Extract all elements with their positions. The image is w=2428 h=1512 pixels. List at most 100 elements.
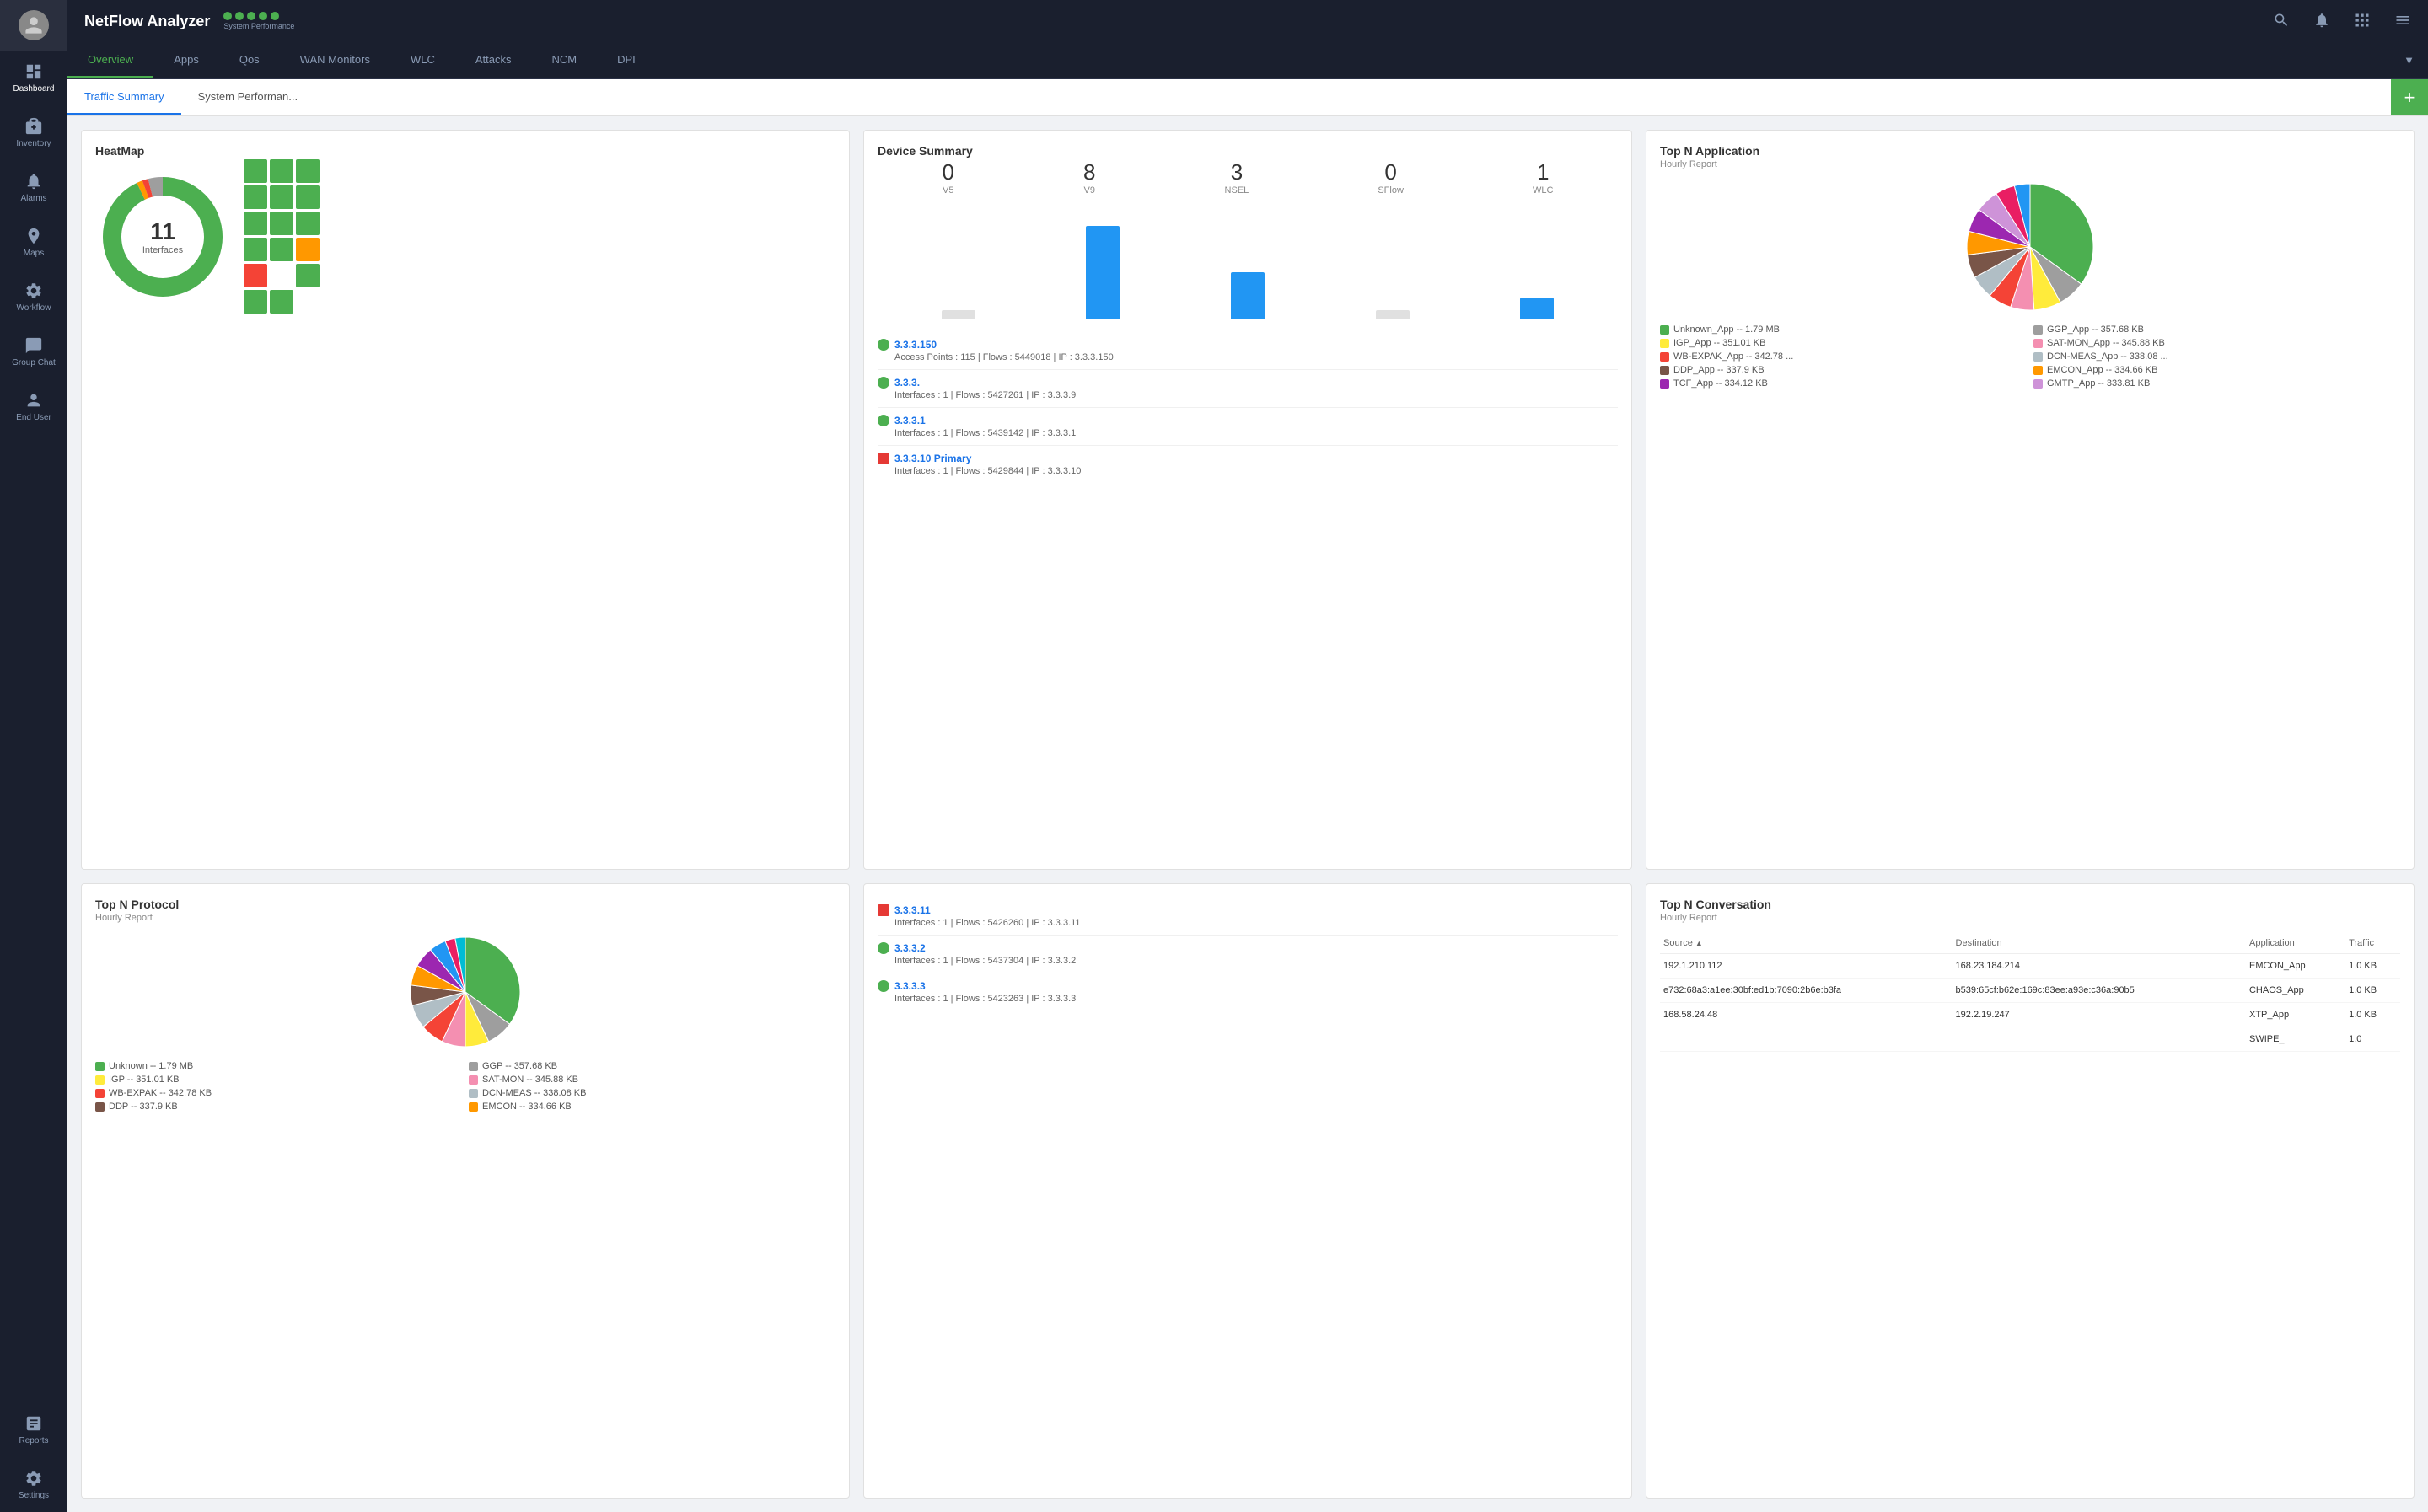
topn-app-legend: Unknown_App -- 1.79 MBGGP_App -- 357.68 …: [1660, 324, 2400, 389]
sidebar-item-dashboard[interactable]: Dashboard: [0, 51, 67, 105]
dev-bar-wrap: [1184, 209, 1312, 319]
legend-dot: [2033, 366, 2043, 375]
device-name[interactable]: 3.3.3.2: [894, 942, 926, 954]
main-content: NetFlow Analyzer System Performance Ov: [67, 0, 2428, 1512]
legend-dot: [1660, 352, 1669, 362]
nav-tab-wlc[interactable]: WLC: [390, 42, 455, 78]
conv-row: SWIPE_ 1.0: [1660, 1027, 2400, 1052]
nav-tab-apps[interactable]: Apps: [153, 42, 219, 78]
menu-icon[interactable]: [2394, 12, 2411, 31]
sidebar-item-maps[interactable]: Maps: [0, 215, 67, 270]
legend-item: IGP_App -- 351.01 KB: [1660, 338, 2027, 348]
device-status-dot: [878, 942, 889, 954]
legend-item: EMCON -- 334.66 KB: [469, 1102, 835, 1112]
topn-conv-subtitle: Hourly Report: [1660, 913, 2400, 923]
device-list-extra: 3.3.3.11 Interfaces : 1 | Flows : 542626…: [878, 898, 1618, 1011]
legend-item: WB-EXPAK_App -- 342.78 ...: [1660, 351, 2027, 362]
dev-bar: [1376, 310, 1410, 319]
hm-cell: [296, 264, 320, 287]
status-dot-2: [235, 12, 244, 20]
device-name[interactable]: 3.3.3.150: [894, 339, 937, 351]
device-entry-header: 3.3.3.1: [878, 415, 1618, 426]
hm-cell: [244, 238, 267, 261]
nav-tab-qos[interactable]: Qos: [219, 42, 280, 78]
conv-app: XTP_App: [2246, 1003, 2345, 1027]
topn-app-subtitle: Hourly Report: [1660, 159, 2400, 169]
device-stat-label: SFlow: [1378, 185, 1404, 196]
legend-dot: [95, 1075, 105, 1085]
conv-traffic: 1.0 KB: [2345, 954, 2400, 979]
legend-dot: [95, 1089, 105, 1098]
sidebar-item-enduser[interactable]: End User: [0, 379, 67, 434]
topn-app-title: Top N Application: [1660, 144, 2400, 158]
grid-icon[interactable]: [2354, 12, 2371, 31]
bell-icon[interactable]: [2313, 12, 2330, 31]
nav-tab-dpi[interactable]: DPI: [597, 42, 656, 78]
nav-tab-more[interactable]: ▼: [2390, 42, 2428, 78]
sub-tab-traffic[interactable]: Traffic Summary: [67, 79, 181, 115]
nav-tab-attacks[interactable]: Attacks: [455, 42, 532, 78]
device-stat-label: V5: [943, 185, 954, 196]
sidebar-item-settings-label: Settings: [19, 1491, 49, 1500]
avatar[interactable]: [19, 10, 49, 40]
legend-label: TCF_App -- 334.12 KB: [1673, 378, 1768, 389]
subtab-add-button[interactable]: +: [2391, 79, 2428, 115]
legend-label: DCN-MEAS -- 338.08 KB: [482, 1088, 586, 1098]
device-status-dot: [878, 453, 889, 464]
conv-source: [1660, 1027, 1953, 1052]
device-status-dot: [878, 904, 889, 916]
nav-tab-wan[interactable]: WAN Monitors: [280, 42, 390, 78]
device-name[interactable]: 3.3.3.1: [894, 415, 926, 426]
topn-proto-pie-svg: [406, 933, 524, 1051]
legend-item: DDP -- 337.9 KB: [95, 1102, 462, 1112]
sidebar-item-groupchat[interactable]: Group Chat: [0, 324, 67, 379]
dev-bar-wrap: [1329, 209, 1457, 319]
sidebar-item-alarms[interactable]: Alarms: [0, 160, 67, 215]
conv-dest: 168.23.184.214: [1953, 954, 2246, 979]
device-list: 3.3.3.150 Access Points : 115 | Flows : …: [878, 332, 1618, 483]
heatmap-body: 11 Interfaces: [95, 159, 835, 314]
device-status-dot: [878, 415, 889, 426]
device-name[interactable]: 3.3.3.: [894, 377, 920, 389]
conv-col-source[interactable]: Source ▲: [1660, 933, 1953, 954]
dev-bar: [1231, 272, 1265, 319]
legend-item: TCF_App -- 334.12 KB: [1660, 378, 2027, 389]
hm-cell: [270, 290, 293, 314]
legend-item: GGP -- 357.68 KB: [469, 1061, 835, 1071]
sidebar-item-reports[interactable]: Reports: [0, 1402, 67, 1457]
device-stat-label: V9: [1083, 185, 1095, 196]
nav-tab-overview[interactable]: Overview: [67, 42, 153, 78]
sidebar-item-workflow[interactable]: Workflow: [0, 270, 67, 324]
device-name[interactable]: 3.3.3.11: [894, 904, 931, 916]
conv-source: 192.1.210.112: [1660, 954, 1953, 979]
sidebar-item-settings[interactable]: Settings: [0, 1457, 67, 1512]
sub-tab-sysperf[interactable]: System Performan...: [181, 79, 314, 115]
status-dot-1: [223, 12, 232, 20]
heatmap-title: HeatMap: [95, 144, 835, 158]
nav-tab-ncm[interactable]: NCM: [532, 42, 598, 78]
legend-dot: [95, 1062, 105, 1071]
hm-cell: [296, 238, 320, 261]
conv-col-traffic: Traffic: [2345, 933, 2400, 954]
device-stat-num: 0: [943, 159, 954, 185]
legend-label: WB-EXPAK -- 342.78 KB: [109, 1088, 212, 1098]
hm-cell: [244, 185, 267, 209]
conv-dest: 192.2.19.247: [1953, 1003, 2246, 1027]
legend-label: GGP_App -- 357.68 KB: [2047, 324, 2144, 335]
device-summary-card: Device Summary 0V58V93NSEL0SFlow1WLC 3.3…: [863, 130, 1632, 870]
legend-dot: [1660, 366, 1669, 375]
legend-dot: [469, 1062, 478, 1071]
conv-table: Source ▲ Destination Application Traffic…: [1660, 933, 2400, 1052]
nav-tabs: Overview Apps Qos WAN Monitors WLC Attac…: [67, 42, 2428, 79]
device-entry: 3.3.3.150 Access Points : 115 | Flows : …: [878, 332, 1618, 369]
device-entry: 3.3.3.2 Interfaces : 1 | Flows : 5437304…: [878, 935, 1618, 973]
device-entry-header: 3.3.3.: [878, 377, 1618, 389]
hm-cell: [244, 212, 267, 235]
device-name[interactable]: 3.3.3.10 Primary: [894, 453, 971, 464]
device-stat-num: 0: [1378, 159, 1404, 185]
sidebar-item-inventory[interactable]: Inventory: [0, 105, 67, 160]
search-icon[interactable]: [2273, 12, 2290, 31]
legend-label: SAT-MON -- 345.88 KB: [482, 1075, 578, 1085]
device-name[interactable]: 3.3.3.3: [894, 980, 926, 992]
topn-app-pie-svg: [1963, 180, 2098, 314]
